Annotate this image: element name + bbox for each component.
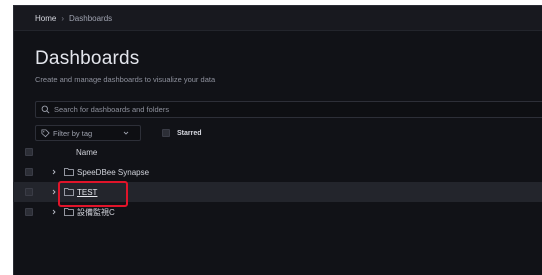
search-input[interactable] — [54, 105, 534, 114]
folder-icon — [64, 208, 74, 216]
table-row[interactable]: TEST — [13, 182, 542, 202]
filter-by-tag-select[interactable]: Filter by tag — [35, 125, 141, 141]
dashboard-list: Name SpeeDBee Synapse TEST 設備監視C — [13, 142, 542, 222]
filter-row: Filter by tag Starred — [35, 125, 202, 141]
page-subtitle: Create and manage dashboards to visualiz… — [35, 75, 216, 84]
select-all-checkbox[interactable] — [25, 148, 33, 156]
row-checkbox[interactable] — [25, 188, 33, 196]
breadcrumb-current: Dashboards — [69, 13, 113, 23]
chevron-down-icon — [123, 131, 129, 135]
filter-by-tag-label: Filter by tag — [53, 128, 93, 138]
starred-label: Starred — [177, 129, 202, 137]
name-column-header[interactable]: Name — [76, 148, 97, 157]
breadcrumb-separator: › — [61, 13, 65, 23]
starred-checkbox[interactable] — [162, 129, 170, 137]
chevron-right-icon[interactable] — [51, 209, 57, 215]
tag-icon — [41, 128, 50, 137]
breadcrumb: Home › Dashboards — [14, 6, 542, 31]
folder-icon — [64, 168, 74, 176]
chevron-right-icon[interactable] — [51, 189, 57, 195]
folder-icon — [64, 188, 74, 196]
table-row[interactable]: SpeeDBee Synapse — [13, 162, 542, 182]
page-title: Dashboards — [35, 48, 140, 69]
starred-filter[interactable]: Starred — [162, 129, 202, 137]
app-frame: Home › Dashboards Dashboards Create and … — [13, 5, 542, 275]
table-header-row: Name — [13, 142, 542, 162]
search-box[interactable] — [35, 101, 542, 118]
table-row[interactable]: 設備監視C — [13, 202, 542, 222]
row-checkbox[interactable] — [25, 208, 33, 216]
folder-link[interactable]: SpeeDBee Synapse — [77, 168, 149, 177]
breadcrumb-home[interactable]: Home — [35, 14, 56, 23]
search-icon — [41, 105, 50, 114]
row-checkbox[interactable] — [25, 168, 33, 176]
folder-link[interactable]: TEST — [77, 188, 97, 197]
folder-link[interactable]: 設備監視C — [77, 207, 115, 218]
chevron-right-icon[interactable] — [51, 169, 57, 175]
